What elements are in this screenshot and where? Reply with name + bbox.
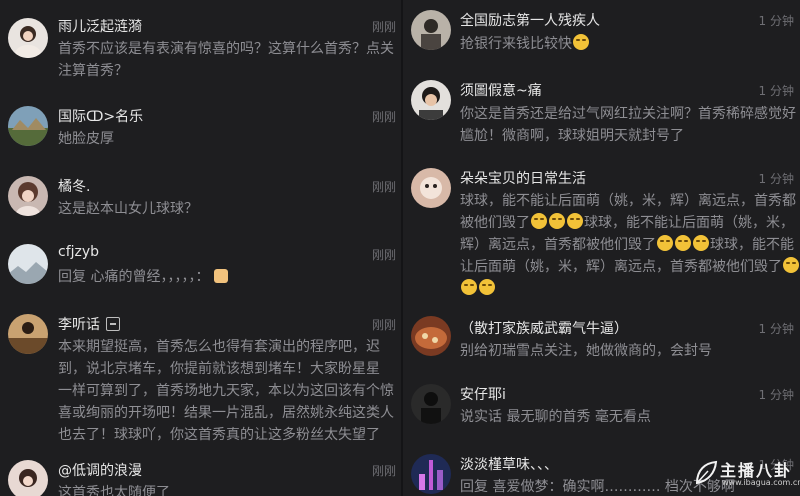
timestamp: 1 分钟 (758, 14, 794, 28)
avatar[interactable] (411, 384, 451, 424)
comment-item[interactable]: 橘冬. 刚刚 这是赵本山女儿球球？ (0, 170, 402, 238)
avatar[interactable] (8, 314, 48, 354)
comment-text-line: 说实话 最无聊的首秀 毫无看点 (460, 409, 651, 425)
avatar[interactable] (411, 316, 451, 356)
comment-item[interactable]: 国际ↀ>名乐 刚刚 她脸皮厚 (0, 100, 402, 170)
comment-item[interactable]: 朵朵宝贝的日常生活 1 分钟 球球，能不能让后面萌（姚，米，辉）离远点，首秀都 … (403, 160, 800, 308)
laughing-emoji-icon (675, 235, 691, 251)
comment-text-line: 辉）离远点，首秀都被他们毁了 球球，能不能 (460, 235, 794, 253)
username[interactable]: 淡淡槿草味、、、 (460, 454, 558, 474)
comment-text-line: 被他们毁了 球球，能不能让后面萌（姚，米， (460, 213, 794, 231)
laughing-emoji-icon (531, 213, 547, 229)
username[interactable]: 雨儿泛起涟漪 (58, 16, 142, 36)
comment-item[interactable]: @低调的浪漫 刚刚 这首秀也太随便了 (0, 452, 402, 496)
avatar[interactable] (411, 454, 451, 494)
comment-text-line: 首秀不应该是有表演有惊喜的吗？这算什么首秀？点关 (58, 41, 394, 57)
laughing-emoji-icon (693, 235, 709, 251)
comment-item[interactable]: 须圖假意~痛 1 分钟 你这是首秀还是给过气网红拉关注啊？首秀稀碎感觉好 尴尬！… (403, 72, 800, 168)
comment-item[interactable]: 安仔耶i 1 分钟 说实话 最无聊的首秀 毫无看点 (403, 376, 800, 446)
username[interactable]: 国际ↀ>名乐 (58, 106, 143, 126)
username[interactable]: 李听话 (58, 314, 120, 334)
comment-list-right[interactable]: 全国励志第一人残疾人 1 分钟 抢银行来钱比较快 须圖假意~痛 1 分钟 你这是… (403, 0, 800, 496)
comment-text-line: 让后面萌（姚，米，辉）离远点，首秀都被他们毁了 (460, 256, 800, 278)
comment-text-line: 本来期望挺高，首秀怎么也得有套演出的程序吧，迟 (58, 339, 380, 355)
laughing-emoji-icon (573, 34, 589, 50)
avatar[interactable] (8, 244, 48, 284)
avatar[interactable] (411, 10, 451, 50)
timestamp: 刚刚 (371, 464, 396, 478)
comment-text-line: 这是赵本山女儿球球？ (58, 201, 198, 217)
comment-item[interactable]: （散打家族威武霸气牛逼） 1 分钟 别给初瑞雪点关注，她做微商的，会封号 (403, 308, 800, 380)
username[interactable]: 橘冬. (58, 176, 90, 196)
avatar[interactable] (8, 460, 48, 496)
comment-text-line: 这首秀也太随便了 (58, 485, 170, 496)
comment-text-line: 抢银行来钱比较快 (460, 33, 590, 55)
comment-item[interactable]: 全国励志第一人残疾人 1 分钟 抢银行来钱比较快 (403, 0, 800, 72)
laughing-emoji-icon (567, 213, 583, 229)
comment-item[interactable]: cfjzyb 刚刚 回复 心痛的曾经，，，，，： (0, 238, 402, 308)
username[interactable]: 全国励志第一人残疾人 (460, 10, 600, 30)
comment-list-left[interactable]: 雨儿泛起涟漪 刚刚 首秀不应该是有表演有惊喜的吗？这算什么首秀？点关 注算首秀？… (0, 0, 402, 496)
timestamp: 刚刚 (371, 110, 396, 124)
laughing-emoji-icon (657, 235, 673, 251)
timestamp: 刚刚 (371, 180, 396, 194)
laughing-emoji-icon (549, 213, 565, 229)
timestamp: 1 分钟 (758, 172, 794, 186)
watermark-url: www.ibagua.com.cn (722, 478, 800, 487)
comment-text-line: 注算首秀？ (58, 63, 128, 79)
username[interactable]: 安仔耶i (460, 384, 506, 404)
thumbs-up-icon (213, 269, 228, 283)
username[interactable]: cfjzyb (58, 244, 99, 260)
timestamp: 刚刚 (371, 248, 396, 262)
laughing-emoji-icon (479, 279, 495, 295)
comment-text-line: 别给初瑞雪点关注，她做微商的，会封号 (460, 343, 712, 359)
username[interactable]: （散打家族威武霸气牛逼） (460, 318, 628, 338)
comment-text-line: 你这是首秀还是给过气网红拉关注啊？首秀稀碎感觉好 (460, 106, 796, 122)
timestamp: 1 分钟 (758, 322, 794, 336)
comment-text-line: 喜或绚丽的开场吧！结果一片混乱，居然姚永纯这类人 (58, 405, 394, 421)
comment-text-line: 一样可算到了，首秀场地九天家，本以为这回该有个惊 (58, 383, 394, 399)
fan-badge-icon (106, 317, 120, 331)
username[interactable]: 须圖假意~痛 (460, 80, 542, 100)
comment-item[interactable]: 李听话 刚刚 本来期望挺高，首秀怎么也得有套演出的程序吧，迟 到，说北京堵车，你… (0, 308, 402, 448)
avatar[interactable] (8, 176, 48, 216)
comment-text-line: 回复 心痛的曾经，，，，，： (58, 266, 228, 288)
comment-text-line: 球球，能不能让后面萌（姚，米，辉）离远点，首秀都 (460, 193, 796, 209)
leaf-logo-icon (695, 460, 718, 485)
timestamp: 1 分钟 (758, 388, 794, 402)
avatar[interactable] (411, 168, 451, 208)
comment-text-line: 尴尬！微商啊，球球姐明天就封号了 (460, 128, 684, 144)
timestamp: 1 分钟 (758, 84, 794, 98)
comment-text-line: 到，说北京堵车，你提前就该想到堵车！大家盼星星 (58, 361, 380, 377)
comment-text-line: 她脸皮厚 (58, 131, 114, 147)
avatar[interactable] (411, 80, 451, 120)
laughing-emoji-icon (461, 279, 477, 295)
comment-text-line: 也去了！球球吖，你这首秀真的让这多粉丝太失望了 (58, 427, 380, 443)
avatar[interactable] (8, 18, 48, 58)
comment-item[interactable]: 雨儿泛起涟漪 刚刚 首秀不应该是有表演有惊喜的吗？这算什么首秀？点关 注算首秀？ (0, 0, 402, 100)
laughing-emoji-icon (783, 257, 799, 273)
avatar[interactable] (8, 106, 48, 146)
username[interactable]: @低调的浪漫 (58, 460, 142, 480)
comment-text-line (460, 278, 496, 300)
timestamp: 刚刚 (371, 20, 396, 34)
timestamp: 刚刚 (371, 318, 396, 332)
username[interactable]: 朵朵宝贝的日常生活 (460, 168, 586, 188)
watermark: 主播八卦 www.ibagua.com.cn (692, 456, 800, 492)
